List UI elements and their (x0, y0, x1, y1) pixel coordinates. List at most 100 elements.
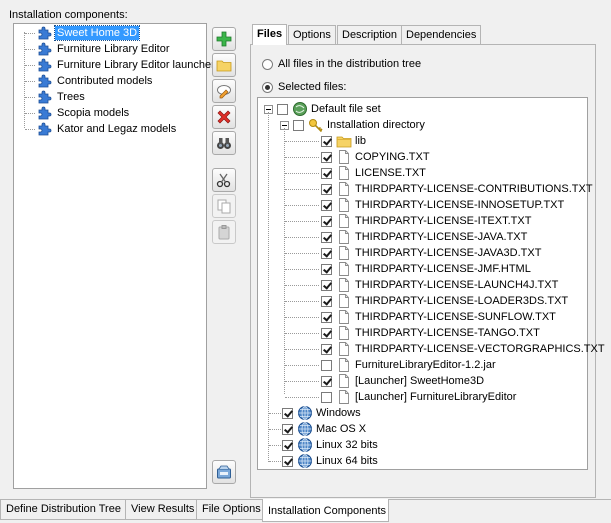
tree-item-label: Installation directory (327, 119, 425, 131)
tree-file[interactable]: THIRDPARTY-LICENSE-JAVA3D.TXT (321, 245, 541, 261)
tree-file[interactable]: THIRDPARTY-LICENSE-LOADER3DS.TXT (321, 293, 568, 309)
tree-platform[interactable]: Linux 32 bits (282, 437, 378, 453)
component-label: Scopia models (57, 107, 130, 119)
tree-platform[interactable]: Windows (282, 405, 361, 421)
checkbox[interactable] (321, 375, 332, 387)
build-button[interactable] (212, 460, 236, 484)
component-item[interactable]: Furniture Library Editor (18, 41, 172, 57)
edit-button[interactable] (212, 79, 236, 103)
bottom-tab[interactable]: Define Distribution Tree (0, 500, 126, 520)
tree-folder[interactable]: lib (321, 133, 366, 149)
checkbox[interactable] (282, 455, 293, 467)
file-icon (339, 262, 349, 276)
checkbox[interactable] (321, 279, 332, 291)
component-item[interactable]: Sweet Home 3D (18, 25, 141, 41)
tree-connector (285, 253, 319, 254)
open-button[interactable] (212, 53, 236, 77)
file-icon (339, 230, 349, 244)
tree-file[interactable]: THIRDPARTY-LICENSE-SUNFLOW.TXT (321, 309, 556, 325)
components-tree[interactable]: Sweet Home 3D Furniture Library Editor Fur… (13, 23, 215, 489)
component-label: Sweet Home 3D (53, 25, 141, 41)
tree-file[interactable]: [Launcher] FurnitureLibraryEditor (321, 389, 516, 405)
checkbox[interactable] (282, 423, 293, 435)
component-item[interactable]: Furniture Library Editor launcher (18, 57, 217, 73)
checkbox[interactable] (321, 199, 332, 211)
file-icon (339, 342, 349, 356)
checkbox[interactable] (321, 295, 332, 307)
tab-dependencies[interactable]: Dependencies (401, 25, 482, 44)
tree-node-installation-directory[interactable]: Installation directory (280, 117, 425, 133)
tree-connector (285, 173, 319, 174)
tree-item-label: THIRDPARTY-LICENSE-ITEXT.TXT (355, 215, 532, 227)
tree-file[interactable]: THIRDPARTY-LICENSE-ITEXT.TXT (321, 213, 531, 229)
tree-connector (285, 237, 319, 238)
platform-globe-icon (298, 406, 312, 420)
find-button[interactable] (212, 131, 236, 155)
radio-selected-files[interactable] (262, 81, 273, 93)
tree-file[interactable]: THIRDPARTY-LICENSE-JMF.HTML (321, 261, 531, 277)
component-item[interactable]: Scopia models (18, 105, 131, 121)
file-icon (339, 390, 349, 404)
component-label: Furniture Library Editor (57, 43, 170, 55)
tree-root-default-file-set[interactable]: Default file set (264, 101, 381, 117)
tree-connector (269, 413, 281, 414)
bottom-tab[interactable]: Installation Components (262, 499, 389, 522)
tree-file[interactable]: THIRDPARTY-LICENSE-JAVA.TXT (321, 229, 527, 245)
tree-file[interactable]: FurnitureLibraryEditor-1.2.jar (321, 357, 496, 373)
radio-all-files[interactable] (262, 58, 273, 70)
delete-icon (217, 110, 231, 124)
checkbox[interactable] (277, 103, 288, 115)
option-selected-files[interactable]: Selected files: (262, 79, 346, 95)
tree-connector (25, 96, 35, 98)
copy-button[interactable] (212, 194, 236, 218)
component-icon (38, 42, 52, 56)
checkbox[interactable] (282, 439, 293, 451)
checkbox[interactable] (321, 215, 332, 227)
checkbox[interactable] (321, 343, 332, 355)
checkbox[interactable] (321, 231, 332, 243)
option-all-files[interactable]: All files in the distribution tree (262, 56, 421, 72)
tab-options[interactable]: Options (288, 25, 336, 44)
tree-file[interactable]: [Launcher] SweetHome3D (321, 373, 484, 389)
checkbox[interactable] (321, 359, 332, 371)
checkbox[interactable] (321, 183, 332, 195)
checkbox[interactable] (293, 119, 304, 131)
tree-connector (25, 128, 35, 130)
cut-button[interactable] (212, 168, 236, 192)
bottom-tab[interactable]: File Options (196, 500, 263, 520)
tab-files[interactable]: Files (252, 24, 288, 45)
add-button[interactable] (212, 27, 236, 51)
checkbox[interactable] (321, 247, 332, 259)
tree-file[interactable]: THIRDPARTY-LICENSE-LAUNCH4J.TXT (321, 277, 558, 293)
tree-item-label: COPYING.TXT (355, 151, 430, 163)
files-tree[interactable]: Default file set Installation directory li… (257, 97, 605, 470)
tree-connector (25, 64, 35, 66)
checkbox[interactable] (321, 151, 332, 163)
option-all-files-label: All files in the distribution tree (278, 58, 422, 70)
tree-file[interactable]: THIRDPARTY-LICENSE-CONTRIBUTIONS.TXT (321, 181, 593, 197)
checkbox[interactable] (321, 391, 332, 403)
tree-connector (25, 112, 35, 114)
tree-file[interactable]: THIRDPARTY-LICENSE-VECTORGRAPHICS.TXT (321, 341, 605, 357)
tree-file[interactable]: COPYING.TXT (321, 149, 430, 165)
checkbox[interactable] (321, 263, 332, 275)
component-item[interactable]: Contributed models (18, 73, 154, 89)
tree-platform[interactable]: Mac OS X (282, 421, 366, 437)
tab-description[interactable]: Description (337, 25, 403, 44)
checkbox[interactable] (282, 407, 293, 419)
component-item[interactable]: Trees (18, 89, 87, 105)
tree-file[interactable]: THIRDPARTY-LICENSE-TANGO.TXT (321, 325, 540, 341)
tree-file[interactable]: LICENSE.TXT (321, 165, 426, 181)
component-item[interactable]: Kator and Legaz models (18, 121, 178, 137)
paste-button[interactable] (212, 220, 236, 244)
checkbox[interactable] (321, 167, 332, 179)
checkbox[interactable] (321, 327, 332, 339)
tree-platform[interactable]: Linux 64 bits (282, 453, 378, 469)
checkbox[interactable] (321, 135, 332, 147)
tree-item-label: [Launcher] FurnitureLibraryEditor (355, 391, 517, 403)
delete-button[interactable] (212, 105, 236, 129)
tree-connector (285, 189, 319, 190)
tree-file[interactable]: THIRDPARTY-LICENSE-INNOSETUP.TXT (321, 197, 564, 213)
bottom-tab[interactable]: View Results (125, 500, 197, 520)
checkbox[interactable] (321, 311, 332, 323)
